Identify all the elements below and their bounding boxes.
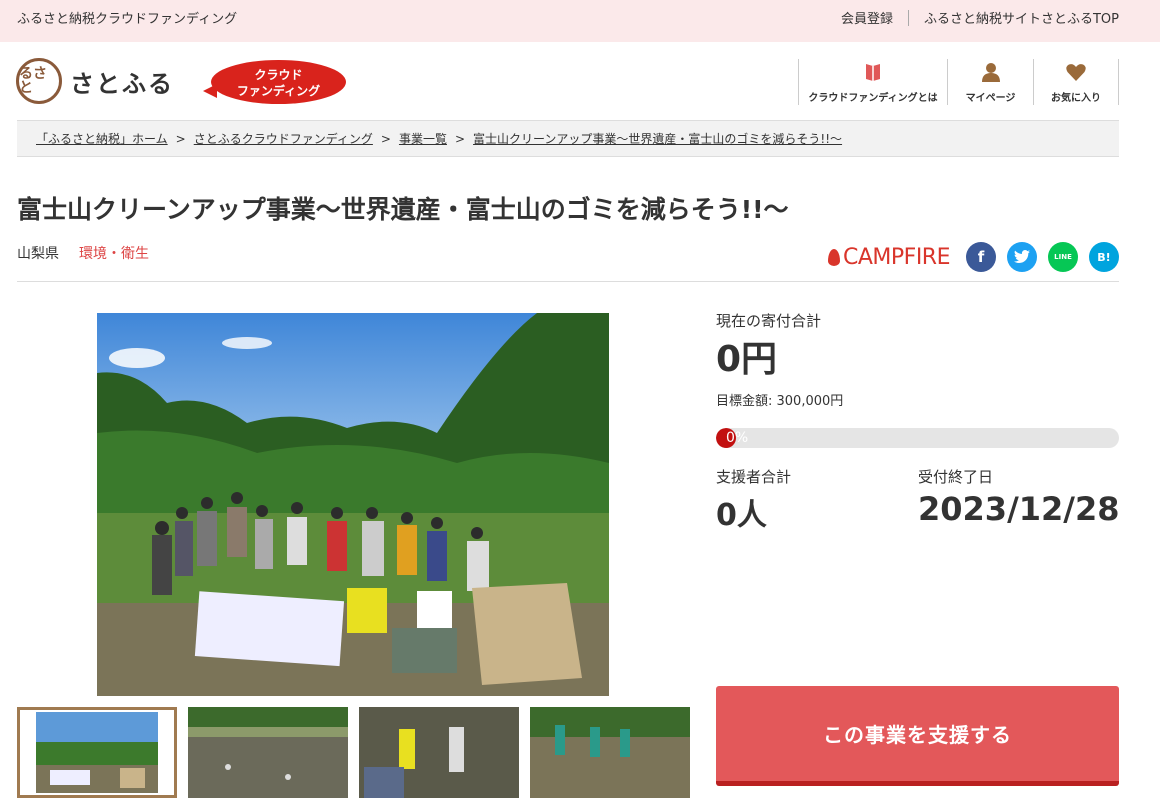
breadcrumb-project-list[interactable]: 事業一覧 [399,132,447,146]
thumbnail-1[interactable] [17,707,177,798]
project-meta: 山梨県 環境・衛生 [17,243,149,263]
site-name: ふるさと納税クラウドファンディング [17,12,238,27]
nav-label: お気に入り [1051,93,1101,104]
facebook-share-icon[interactable]: f [966,242,996,272]
flame-icon [828,248,840,266]
twitter-bird-icon [1014,250,1030,263]
twitter-share-icon[interactable] [1007,242,1037,272]
nav-mypage[interactable]: マイページ [947,59,1033,105]
satofull-top-link[interactable]: ふるさと納税サイトさとふるTOP [924,8,1119,27]
badge-line2: ファンディング [236,84,321,98]
supporters-label: 支援者合計 [716,468,792,486]
header-nav: クラウドファンディングとは マイページ お気に入り [798,59,1119,105]
prefecture-label: 山梨県 [17,246,59,262]
thumbnail-image [359,707,519,798]
nav-favorites[interactable]: お気に入り [1033,59,1119,105]
thumbnail-2[interactable] [188,707,348,798]
line-share-icon[interactable]: LINE [1048,242,1078,272]
logo-seal-icon: るさと [16,58,62,104]
support-project-button[interactable]: この事業を支援する [716,686,1119,786]
campfire-label: CAMPFIRE [843,244,951,270]
nav-label: クラウドファンディングとは [808,93,938,104]
main-project-photo [97,313,609,696]
thumbnail-image [20,710,174,795]
nav-about-crowdfunding[interactable]: クラウドファンディングとは [798,59,947,105]
deadline-value: 2023/12/28 [918,490,1120,528]
category-link[interactable]: 環境・衛生 [79,246,149,262]
crowdfunding-badge: クラウド ファンディング [203,60,346,104]
divider [907,9,909,26]
thumbnail-3[interactable] [359,707,519,798]
thumbnail-strip [17,707,701,798]
breadcrumb-crowdfunding[interactable]: さとふるクラウドファンディング [194,132,373,146]
total-value: 0円 [716,339,778,380]
progress-percent: 0% [726,430,749,446]
hatena-bookmark-icon[interactable]: B! [1089,242,1119,272]
thumbnail-4[interactable] [530,707,690,798]
thumbnail-image [188,707,348,798]
breadcrumb-current[interactable]: 富士山クリーンアップ事業〜世界遺産・富士山のゴミを減らそう!!〜 [473,132,842,146]
top-bar: ふるさと納税クラウドファンディング 会員登録 ふるさと納税サイトさとふるTOP [0,0,1160,42]
funding-progress-bar: 0% [716,428,1119,448]
goal-amount: 目標金額: 300,000円 [716,394,844,409]
badge-line1: クラウド [254,68,303,82]
nav-label: マイページ [965,93,1016,104]
campfire-logo[interactable]: CAMPFIRE [828,244,951,270]
breadcrumb: 「ふるさと納税」ホーム > さとふるクラウドファンディング > 事業一覧 > 富士山クリーン… [17,120,1119,157]
breadcrumb-home[interactable]: 「ふるさと納税」ホーム [36,132,168,146]
person-icon [981,63,1000,82]
supporters-value: 0人 [716,498,767,533]
total-label: 現在の寄付合計 [716,312,822,330]
register-link[interactable]: 会員登録 [841,8,893,27]
logo-name: さとふる [70,68,174,98]
thumbnail-image [530,707,690,798]
info-book-icon [866,64,880,81]
divider [17,281,1119,282]
share-bar: CAMPFIRE f LINE B! [828,242,1119,272]
group-photo-image [97,313,609,696]
page-title: 富士山クリーンアップ事業〜世界遺産・富士山のゴミを減らそう!!〜 [17,195,789,224]
deadline-label: 受付終了日 [918,468,994,486]
satofull-logo[interactable]: るさと さとふる [16,58,174,104]
heart-icon [1066,64,1086,81]
top-links: 会員登録 ふるさと納税サイトさとふるTOP [841,8,1119,27]
